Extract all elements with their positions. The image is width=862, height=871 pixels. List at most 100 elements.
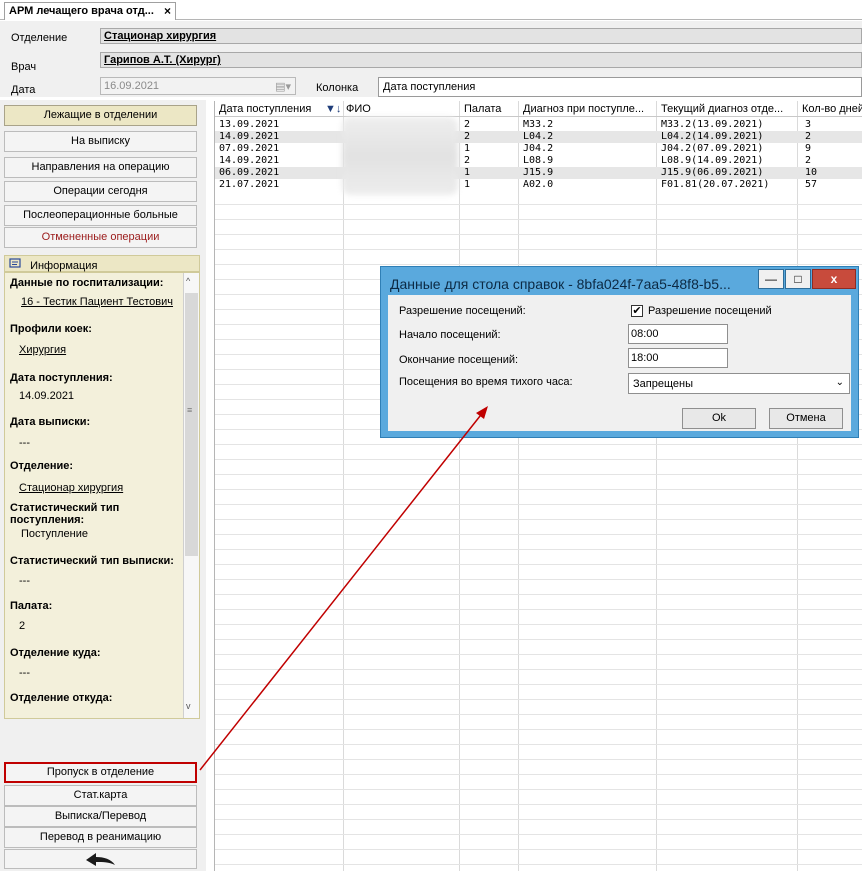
info-value-discharge-date: --- <box>19 437 30 449</box>
ok-button[interactable]: Ok <box>682 408 756 429</box>
info-value-admission-date: 14.09.2021 <box>19 390 75 402</box>
cell-days: 10 <box>805 167 818 178</box>
cell-current-diagnosis: J15.9(06.09.2021) <box>661 167 764 178</box>
close-icon[interactable]: x <box>812 269 856 289</box>
tab-arm-doctor[interactable]: АРМ лечащего врача отд... × <box>4 2 176 20</box>
info-label-ward: Палата: <box>10 600 53 612</box>
cell-admission-diagnosis: L04.2 <box>523 131 554 142</box>
visit-permission-checkbox-label[interactable]: Разрешение посещений <box>648 305 772 317</box>
doctor-label: Врач <box>11 61 37 73</box>
info-label-discharge-date: Дата выписки: <box>10 416 91 428</box>
scroll-thumb[interactable] <box>185 293 198 556</box>
tab-strip: АРМ лечащего врача отд... × <box>0 0 862 20</box>
tab-title: АРМ лечащего врача отд... <box>9 5 154 17</box>
nav-button-surgery-referrals[interactable]: Направления на операцию <box>4 157 197 178</box>
minimize-icon[interactable]: — <box>758 269 784 289</box>
col-header-fio[interactable]: ФИО <box>346 103 371 115</box>
grid-header: Дата поступления ▼↓ ФИО Палата Диагноз п… <box>215 101 862 117</box>
cell-admission-date: 21.07.2021 <box>219 179 280 190</box>
nav-button-cancelled-surgeries[interactable]: Отмененные операции <box>4 227 197 248</box>
cell-current-diagnosis: F01.81(20.07.2021) <box>661 179 770 190</box>
scroll-down-icon[interactable]: v <box>186 701 191 711</box>
info-value-department[interactable]: Стационар хирургия <box>19 482 123 494</box>
date-label: Дата <box>11 84 36 96</box>
cell-admission-diagnosis: J04.2 <box>523 143 554 154</box>
col-header-ward[interactable]: Палата <box>464 103 501 115</box>
info-value-hospitalization[interactable]: 16 - Тестик Пациент Тестович <box>21 296 173 308</box>
nav-button-discharge[interactable]: На выписку <box>4 131 197 152</box>
nav-button-surgeries-today[interactable]: Операции сегодня <box>4 181 197 202</box>
table-row[interactable]: 06.09.2021 1 J15.9 J15.9(06.09.2021) 10 <box>215 167 862 179</box>
icu-transfer-button[interactable]: Перевод в реанимацию <box>4 827 197 848</box>
col-header-days[interactable]: Кол-во дней <box>802 103 862 115</box>
cell-ward: 2 <box>464 119 471 130</box>
cell-ward: 2 <box>464 155 471 166</box>
cell-admission-date: 14.09.2021 <box>219 155 280 166</box>
cell-current-diagnosis: M33.2(13.09.2021) <box>661 119 764 130</box>
table-row[interactable]: 14.09.2021 2 L08.9 L08.9(14.09.2021) 2 <box>215 155 862 167</box>
close-icon[interactable]: × <box>164 4 171 18</box>
info-title: Информация <box>30 260 98 272</box>
info-value-bed-profiles[interactable]: Хирургия <box>19 344 66 356</box>
col-header-current-diagnosis[interactable]: Текущий диагноз отде... <box>661 103 783 115</box>
patients-grid: Дата поступления ▼↓ ФИО Палата Диагноз п… <box>214 101 862 871</box>
column-select[interactable]: Дата поступления <box>378 77 862 97</box>
quiet-hour-select[interactable]: Запрещены ⌄ <box>628 373 850 394</box>
chevron-down-icon[interactable]: ⌄ <box>836 377 844 388</box>
cell-admission-date: 07.09.2021 <box>219 143 280 154</box>
department-field[interactable]: Стационар хирургия <box>100 28 862 44</box>
nav-button-patients-in-department[interactable]: Лежащие в отделении <box>4 105 197 126</box>
info-label-department: Отделение: <box>10 460 74 472</box>
back-button[interactable] <box>4 849 197 869</box>
col-header-admission-diagnosis[interactable]: Диагноз при поступле... <box>523 103 644 115</box>
visit-end-input[interactable]: 18:00 <box>628 348 728 368</box>
info-icon <box>9 258 21 272</box>
doctor-field[interactable]: Гарипов А.Т. (Хирург) <box>100 52 862 68</box>
table-row[interactable]: 07.09.2021 1 J04.2 J04.2(07.09.2021) 9 <box>215 143 862 155</box>
stat-card-button[interactable]: Стат.карта <box>4 785 197 806</box>
sort-filter-icon[interactable]: ▼↓ <box>325 103 341 115</box>
table-row[interactable]: 21.07.2021 1 A02.0 F01.81(20.07.2021) 57 <box>215 179 862 191</box>
cancel-button[interactable]: Отмена <box>769 408 843 429</box>
scroll-up-icon[interactable]: ^ <box>186 276 190 286</box>
info-label-department-to: Отделение куда: <box>10 647 101 659</box>
visit-permission-checkbox[interactable]: ✔ <box>631 305 643 317</box>
cell-ward: 1 <box>464 167 471 178</box>
info-label-stat-admission: Статистический тип поступления: <box>10 502 120 526</box>
quiet-hour-label: Посещения во время тихого часа: <box>399 376 573 388</box>
cell-ward: 1 <box>464 143 471 154</box>
scroll-grip-icon: ≡ <box>187 405 193 415</box>
col-header-admission-date[interactable]: Дата поступления <box>219 103 311 115</box>
cell-admission-diagnosis: M33.2 <box>523 119 554 130</box>
info-value-department-to: --- <box>19 667 30 679</box>
quiet-hour-value: Запрещены <box>633 378 693 390</box>
cell-admission-diagnosis: J15.9 <box>523 167 554 178</box>
cell-days: 9 <box>805 143 812 154</box>
info-label-admission-date: Дата поступления: <box>10 372 113 384</box>
table-row[interactable]: 13.09.2021 2 M33.2 M33.2(13.09.2021) 3 <box>215 119 862 131</box>
info-desk-dialog: Данные для стола справок - 8bfa024f-7aa5… <box>380 266 859 438</box>
info-label-hospitalization: Данные по госпитализации: <box>10 277 164 289</box>
cell-admission-diagnosis: A02.0 <box>523 179 554 190</box>
info-label-bed-profiles: Профили коек: <box>10 323 92 335</box>
redacted-names <box>342 117 458 195</box>
cell-ward: 1 <box>464 179 471 190</box>
cell-days: 2 <box>805 131 812 142</box>
calendar-icon[interactable]: ▤▾ <box>275 80 291 93</box>
table-row[interactable]: 14.09.2021 2 L04.2 L04.2(14.09.2021) 2 <box>215 131 862 143</box>
nav-button-postop-patients[interactable]: Послеоперационные больные <box>4 205 197 226</box>
cell-admission-date: 13.09.2021 <box>219 119 280 130</box>
discharge-transfer-button[interactable]: Выписка/Перевод <box>4 806 197 827</box>
cell-current-diagnosis: J04.2(07.09.2021) <box>661 143 764 154</box>
date-picker[interactable]: 16.09.2021 ▤▾ <box>100 77 296 95</box>
visit-start-input[interactable]: 08:00 <box>628 324 728 344</box>
info-header[interactable]: Информация <box>4 255 200 272</box>
maximize-icon[interactable]: □ <box>785 269 811 289</box>
cell-admission-diagnosis: L08.9 <box>523 155 554 166</box>
department-pass-button[interactable]: Пропуск в отделение <box>4 762 197 783</box>
info-value-ward: 2 <box>19 620 26 632</box>
info-scrollbar[interactable]: ^ ≡ v <box>183 273 199 718</box>
date-value: 16.09.2021 <box>104 80 160 92</box>
cell-days: 2 <box>805 155 812 166</box>
info-value-stat-admission: Поступление <box>21 528 89 540</box>
